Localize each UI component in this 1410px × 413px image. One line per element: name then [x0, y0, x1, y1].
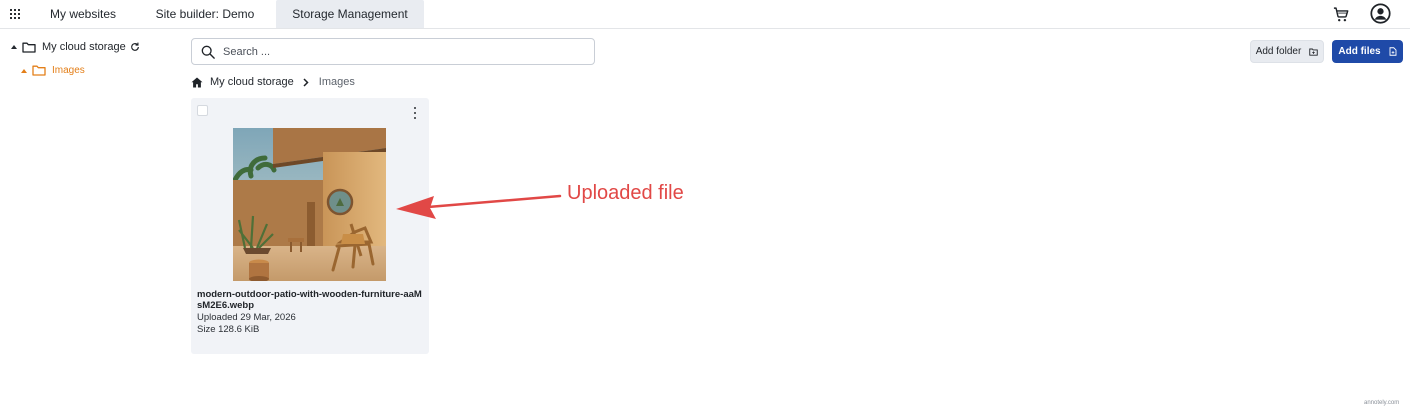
collapse-caret-icon[interactable]	[11, 45, 17, 49]
search-box[interactable]	[191, 38, 595, 65]
top-navigation-bar: My websites Site builder: Demo Storage M…	[0, 0, 1410, 29]
watermark: annotely.com	[1364, 400, 1400, 406]
sidebar-item-images[interactable]: Images	[21, 65, 85, 76]
add-files-label: Add files	[1338, 46, 1381, 57]
chevron-right-icon	[303, 77, 309, 87]
apps-grid-icon[interactable]	[10, 9, 20, 19]
home-icon[interactable]	[191, 77, 203, 88]
add-files-button[interactable]: Add files	[1332, 40, 1403, 63]
collapse-caret-icon[interactable]	[21, 68, 27, 73]
user-icon[interactable]	[1370, 3, 1391, 24]
tab-storage-management[interactable]: Storage Management	[276, 0, 424, 28]
breadcrumb-item-images: Images	[318, 76, 355, 88]
folder-icon	[22, 42, 36, 53]
file-card[interactable]: modern-outdoor-patio-with-wooden-furnitu…	[191, 98, 429, 354]
file-thumbnail[interactable]	[233, 128, 386, 281]
more-vertical-icon[interactable]	[412, 107, 418, 119]
breadcrumb-item-my-cloud-storage[interactable]: My cloud storage	[210, 76, 294, 88]
add-folder-button[interactable]: Add folder	[1250, 40, 1324, 63]
breadcrumb: My cloud storage Images	[191, 74, 355, 90]
refresh-icon[interactable]	[130, 42, 140, 52]
cart-icon[interactable]	[1332, 6, 1350, 23]
sidebar-item-label: Images	[52, 65, 85, 76]
file-select-checkbox[interactable]	[197, 105, 208, 116]
search-input[interactable]	[223, 45, 563, 58]
folder-icon	[32, 65, 46, 76]
file-uploaded-date: Uploaded 29 Mar, 2026	[197, 312, 296, 323]
annotation-label: Uploaded file	[567, 182, 684, 204]
file-name: modern-outdoor-patio-with-wooden-furnitu…	[197, 289, 422, 311]
new-folder-icon	[1309, 48, 1318, 56]
sidebar-item-label: My cloud storage	[42, 41, 126, 53]
file-size: Size 128.6 KiB	[197, 324, 260, 335]
sidebar-item-my-cloud-storage[interactable]: My cloud storage	[11, 41, 140, 53]
tab-site-builder[interactable]: Site builder: Demo	[148, 0, 262, 28]
annotation-arrow-icon	[396, 194, 562, 219]
add-folder-label: Add folder	[1255, 46, 1302, 57]
new-file-icon	[1389, 47, 1397, 56]
tab-my-websites[interactable]: My websites	[40, 0, 126, 28]
search-icon	[201, 45, 215, 59]
